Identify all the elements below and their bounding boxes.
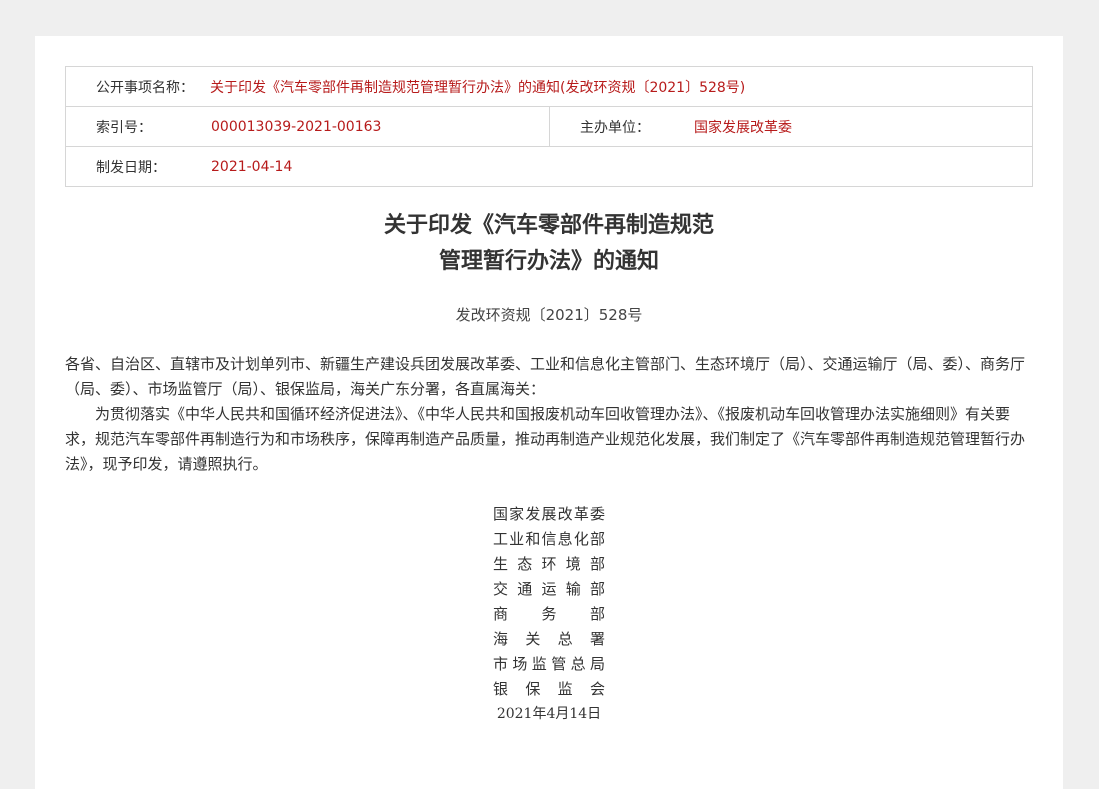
signer: 生态环境部 [493, 555, 605, 573]
title-line-1: 关于印发《汽车零部件再制造规范 [383, 213, 714, 238]
addressee: 各省、自治区、直辖市及计划单列市、新疆生产建设兵团发展改革委、工业和信息化主管部… [65, 355, 1026, 398]
body-paragraph: 为贯彻落实《中华人民共和国循环经济促进法》、《中华人民共和国报废机动车回收管理办… [65, 405, 1026, 473]
date-label: 制发日期： [96, 159, 166, 176]
issuer-cell: 主办单位： 国家发展改革委 [550, 107, 1032, 146]
metadata-table: 公开事项名称： 关于印发《汽车零部件再制造规范管理暂行办法》的通知(发改环资规〔… [65, 66, 1033, 187]
signer: 商务部 [493, 605, 605, 623]
document-page: 公开事项名称： 关于印发《汽车零部件再制造规范管理暂行办法》的通知(发改环资规〔… [35, 36, 1063, 789]
index-label: 索引号： [96, 119, 152, 136]
date-value: 2021-04-14 [211, 158, 293, 175]
metadata-row-subject: 公开事项名称： 关于印发《汽车零部件再制造规范管理暂行办法》的通知(发改环资规〔… [66, 67, 1032, 107]
signer: 交通运输部 [493, 580, 605, 598]
signer: 银保监会 [493, 680, 605, 698]
document-number: 发改环资规〔2021〕528号 [455, 306, 643, 324]
subject-label: 公开事项名称： [96, 79, 194, 96]
issuer-value: 国家发展改革委 [694, 119, 792, 136]
signer: 国家发展改革委 [493, 505, 605, 523]
issuer-label: 主办单位： [580, 119, 650, 136]
document-title: 关于印发《汽车零部件再制造规范 管理暂行办法》的通知 [35, 208, 1063, 280]
metadata-row-index: 索引号： 000013039-2021-00163 主办单位： 国家发展改革委 [66, 107, 1032, 147]
signer: 海关总署 [493, 630, 605, 648]
index-cell: 索引号： 000013039-2021-00163 [66, 107, 550, 146]
index-value: 000013039-2021-00163 [211, 118, 382, 135]
document-body: 各省、自治区、直辖市及计划单列市、新疆生产建设兵团发展改革委、工业和信息化主管部… [65, 352, 1033, 477]
signer: 市场监管总局 [493, 655, 605, 673]
signature-block: 国家发展改革委 工业和信息化部 生态环境部 交通运输部 商务部 海关总署 市场监… [493, 502, 605, 727]
subject-value: 关于印发《汽车零部件再制造规范管理暂行办法》的通知(发改环资规〔2021〕528… [210, 79, 746, 96]
metadata-row-date: 制发日期： 2021-04-14 [66, 147, 1032, 186]
title-line-2: 管理暂行办法》的通知 [438, 249, 659, 274]
signer: 工业和信息化部 [493, 530, 605, 548]
sign-date: 2021年4月14日 [496, 706, 602, 722]
